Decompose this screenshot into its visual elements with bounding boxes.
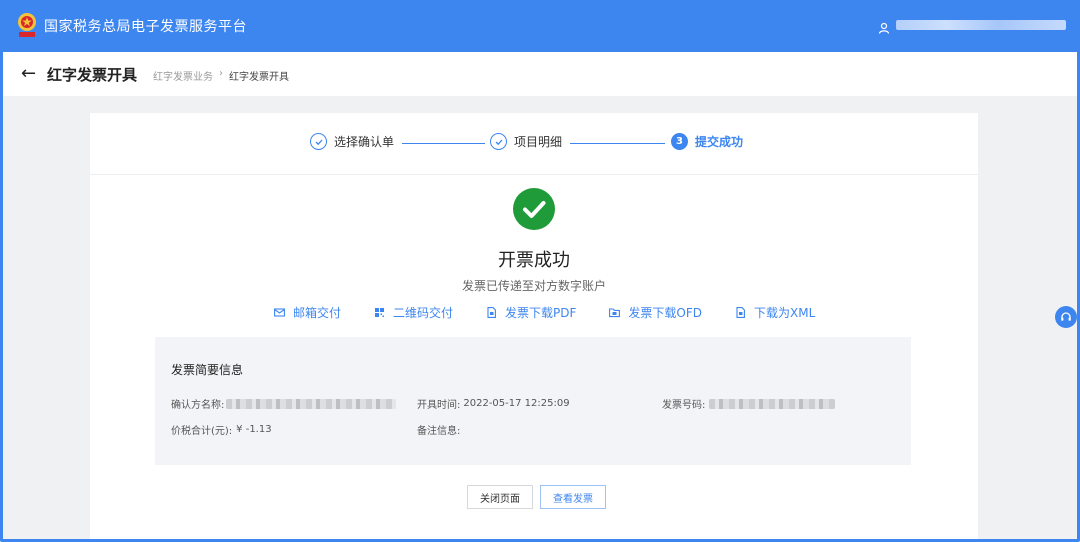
delivery-actions: 邮箱交付 二维码交付 发票下载PDF 发票下载OFD 下载为XML bbox=[274, 304, 848, 321]
page-title: 红字发票开具 bbox=[47, 66, 138, 84]
total-value: ¥ -1.13 bbox=[236, 424, 272, 435]
step-label: 项目明细 bbox=[514, 135, 563, 149]
step-item-details: 项目明细 bbox=[490, 133, 562, 150]
invoice-number-redacted bbox=[709, 398, 836, 409]
action-label: 下载为XML bbox=[754, 306, 816, 320]
download-xml-link[interactable]: 下载为XML bbox=[735, 304, 815, 321]
check-icon bbox=[490, 133, 507, 150]
buyer-name-redacted bbox=[226, 398, 397, 409]
result-title: 开票成功 bbox=[498, 250, 570, 271]
page-header: ← 红字发票开具 红字发票业务 › 红字发票开具 bbox=[3, 52, 1077, 96]
user-icon bbox=[878, 19, 890, 34]
step-submit-success: 3 提交成功 bbox=[671, 133, 743, 150]
step-connector bbox=[570, 143, 665, 144]
buyer-label: 确认方名称: bbox=[171, 400, 225, 411]
step-select-confirmation: 选择确认单 bbox=[310, 133, 394, 150]
remark-label: 备注信息: bbox=[417, 426, 461, 437]
document-icon bbox=[735, 307, 746, 318]
breadcrumb-item[interactable]: 红字发票业务 bbox=[153, 68, 213, 83]
download-ofd-link[interactable]: 发票下载OFD bbox=[609, 304, 702, 321]
qrcode-icon bbox=[374, 307, 385, 318]
summary-title: 发票简要信息 bbox=[171, 363, 244, 377]
stepper: 选择确认单 项目明细 3 提交成功 bbox=[90, 133, 978, 155]
action-label: 发票下载PDF bbox=[505, 306, 577, 320]
issue-time-value: 2022-05-17 12:25:09 bbox=[463, 398, 570, 409]
document-icon bbox=[486, 307, 497, 318]
breadcrumb: 红字发票业务 › 红字发票开具 bbox=[153, 68, 289, 83]
step-number: 3 bbox=[671, 133, 688, 150]
step-label: 选择确认单 bbox=[334, 135, 395, 149]
divider bbox=[90, 174, 978, 175]
mail-icon bbox=[274, 307, 285, 318]
remark-row: 备注信息: bbox=[417, 422, 460, 437]
action-label: 邮箱交付 bbox=[293, 306, 342, 320]
action-label: 二维码交付 bbox=[393, 306, 454, 320]
back-arrow-icon[interactable]: ← bbox=[21, 64, 36, 84]
emblem-icon bbox=[16, 12, 38, 40]
issue-time-row: 开具时间: 2022-05-17 12:25:09 bbox=[417, 396, 570, 411]
total-row: 价税合计(元): ¥ -1.13 bbox=[171, 422, 272, 437]
invoice-summary-panel: 发票简要信息 确认方名称: 开具时间: 2022-05-17 12:25:09 … bbox=[155, 337, 911, 465]
breadcrumb-current: 红字发票开具 bbox=[229, 72, 289, 83]
email-delivery-link[interactable]: 邮箱交付 bbox=[274, 304, 341, 321]
buyer-name-row: 确认方名称: bbox=[171, 396, 397, 411]
view-invoice-button[interactable]: 查看发票 bbox=[540, 485, 606, 509]
total-label: 价税合计(元): bbox=[171, 426, 233, 437]
step-label: 提交成功 bbox=[695, 135, 744, 149]
brand: 国家税务总局电子发票服务平台 bbox=[16, 12, 247, 40]
check-icon bbox=[310, 133, 327, 150]
result-subtitle: 发票已传递至对方数字账户 bbox=[461, 279, 606, 293]
download-pdf-link[interactable]: 发票下载PDF bbox=[486, 304, 576, 321]
issue-time-label: 开具时间: bbox=[417, 400, 461, 411]
close-page-button[interactable]: 关闭页面 bbox=[467, 485, 533, 509]
user-name-redacted bbox=[896, 20, 1066, 30]
platform-title: 国家税务总局电子发票服务平台 bbox=[44, 19, 247, 35]
success-check-icon bbox=[513, 188, 555, 230]
result-card: 选择确认单 项目明细 3 提交成功 开票成功 发票已传递至对方数字账户 邮箱交付 bbox=[90, 113, 978, 542]
folder-icon bbox=[609, 307, 621, 318]
step-connector bbox=[402, 143, 485, 144]
invoice-number-label: 发票号码: bbox=[662, 400, 706, 411]
invoice-number-row: 发票号码: bbox=[662, 396, 836, 411]
breadcrumb-separator: › bbox=[219, 68, 223, 79]
qrcode-delivery-link[interactable]: 二维码交付 bbox=[374, 304, 453, 321]
user-menu[interactable] bbox=[878, 19, 1066, 34]
top-bar: 国家税务总局电子发票服务平台 bbox=[0, 0, 1080, 52]
support-button[interactable] bbox=[1055, 306, 1077, 328]
headset-icon bbox=[1060, 308, 1072, 327]
action-label: 发票下载OFD bbox=[628, 306, 703, 320]
